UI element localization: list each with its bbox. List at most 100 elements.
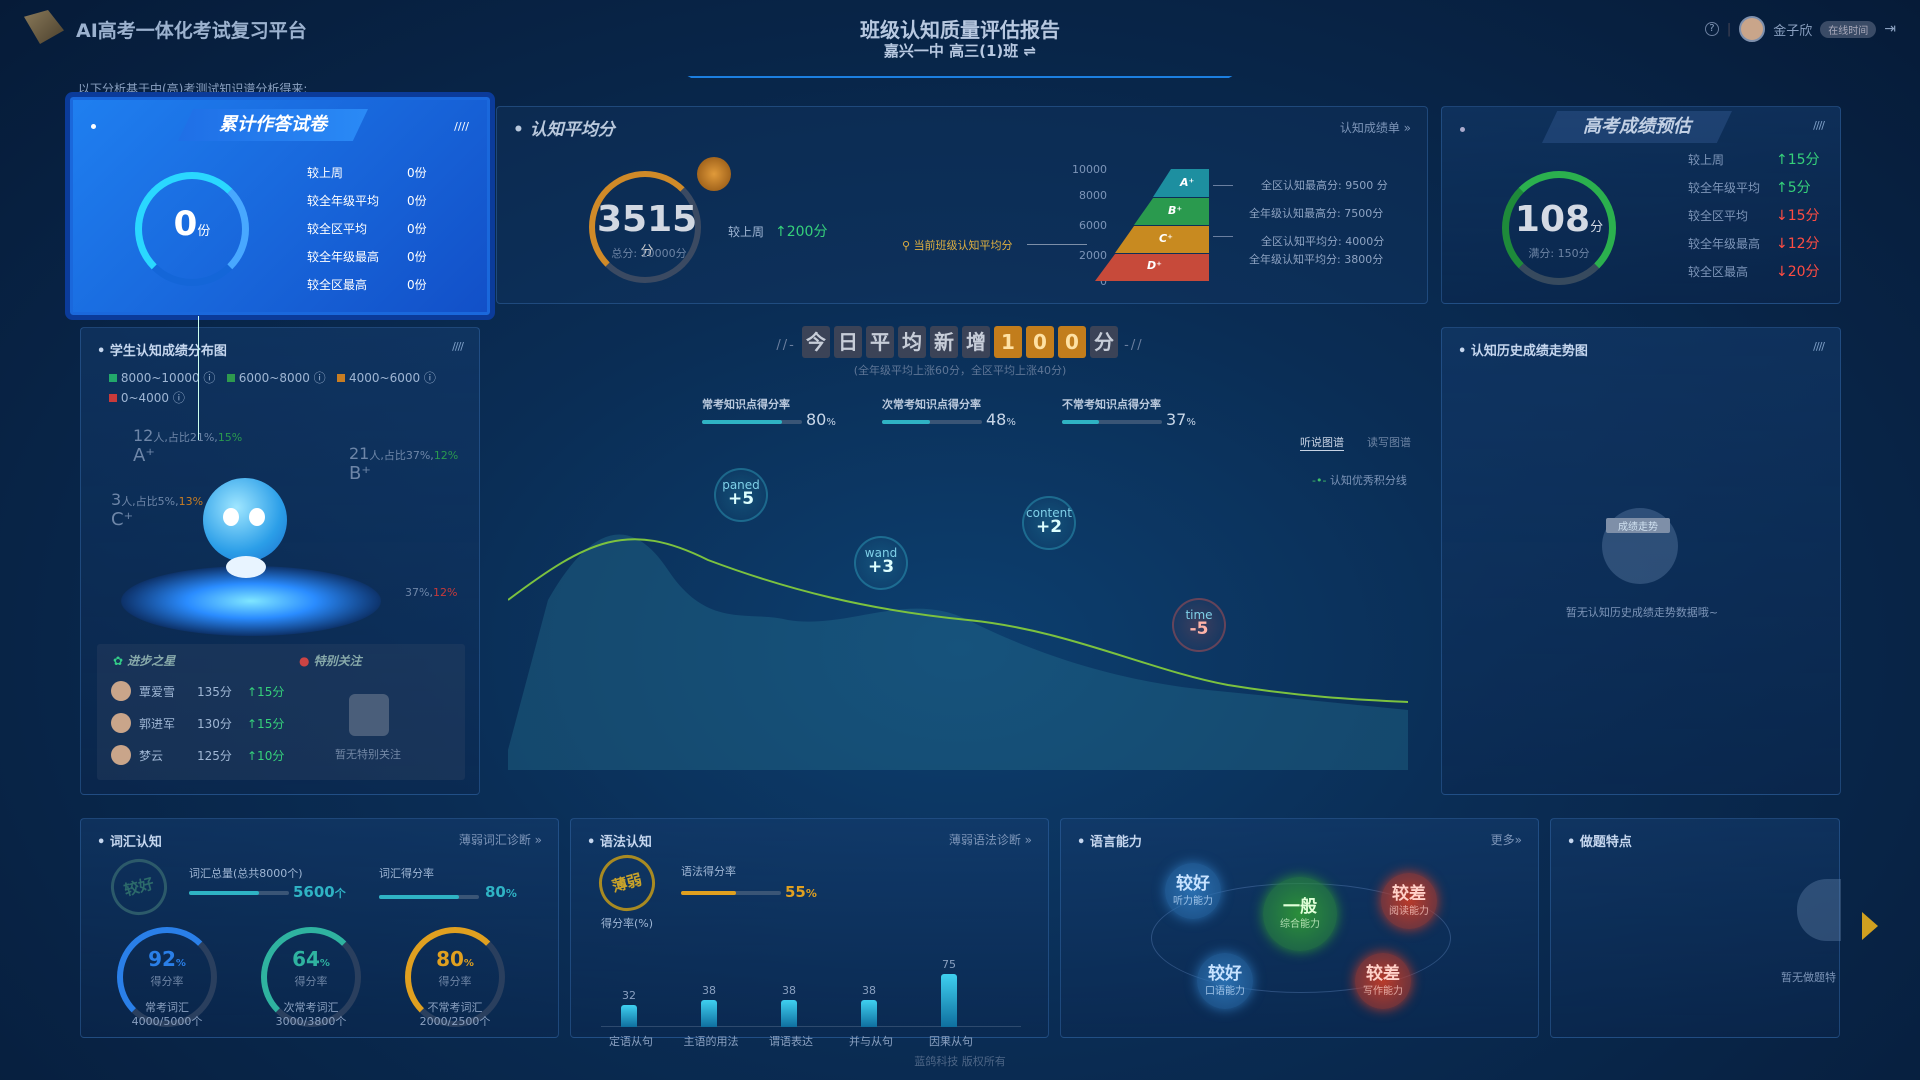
ability-panel: 语言能力 更多» 较好听力能力一般综合能力较差阅读能力较好口语能力较差写作能力 (1060, 818, 1539, 1038)
grade: C⁺ (111, 509, 134, 530)
word-tag[interactable]: content +2 (1022, 496, 1076, 550)
progress-row: 梦云 125分 ↑10分 (111, 745, 284, 765)
vocab-gauge-value: 64% (292, 947, 330, 971)
transcript-link[interactable]: 认知成绩单 » (1340, 119, 1411, 136)
tab-listen[interactable]: 听说图谱 (1300, 434, 1344, 451)
forecast-row: 较全区最高 ↓20分 (1688, 261, 1828, 281)
ability-bubble[interactable]: 较差 写作能力 (1355, 953, 1411, 1009)
banner-char: 增 (962, 326, 990, 358)
rate-bar (702, 420, 802, 424)
grammar-grade-label: 得分率(%) (601, 917, 654, 930)
cum-row-label: 较全区最高 (307, 278, 368, 292)
tab-read[interactable]: 读写图谱 (1367, 434, 1411, 450)
progress-title-text: 进步之星 (127, 654, 176, 668)
help-icon[interactable]: ? (1704, 22, 1719, 36)
vocab-total-value: 5600个 (293, 883, 346, 901)
grammar-title: 语法认知 (587, 831, 652, 850)
banner-suffix: 分 (1090, 326, 1118, 358)
cumulative-number: 0 (173, 204, 198, 244)
avatar[interactable] (1739, 16, 1766, 42)
status-badge: 在线时间 (1820, 20, 1877, 38)
cum-row-label: 较上周 (307, 166, 344, 180)
user-name[interactable]: 金子欣 (1773, 20, 1812, 39)
student-name: 郭进军 (139, 716, 176, 731)
rate-number: 37 (1166, 410, 1187, 429)
rate-label: 次常考知识点得分率 (882, 398, 981, 411)
legend-label: 6000~8000 (238, 371, 310, 385)
legend-label: 4000~6000 (348, 371, 421, 385)
ability-grade: 较好 (1176, 874, 1210, 894)
banner-char: 平 (866, 326, 894, 358)
word-tag[interactable]: time -5 (1172, 598, 1226, 652)
grammar-rate-label: 语法得分率 (681, 865, 736, 878)
legend-label: 0~4000 (120, 391, 170, 405)
header: AI高考一体化考试复习平台 班级认知质量评估报告 嘉兴一中 高三(1)班 ⇌ ?… (0, 0, 1920, 78)
gauge-count: 3000/3800个 (275, 1015, 347, 1028)
grade-c: C⁺ (1159, 232, 1173, 245)
ability-name: 综合能力 (1280, 919, 1320, 930)
forecast-row-label: 较全区最高 (1688, 265, 1749, 279)
forecast-row-value: ↑15分 (1776, 152, 1820, 168)
vocab-gauge-value: 80% (436, 947, 474, 971)
current-avg-label: ⚲ 当前班级认知平均分 (902, 237, 1013, 253)
word-tag[interactable]: wand +3 (854, 536, 908, 590)
ability-bubble[interactable]: 较差 阅读能力 (1381, 873, 1437, 929)
progress-title: ✿ 进步之星 (113, 652, 175, 669)
value: 80 (485, 883, 506, 901)
cum-row-label: 较全年级平均 (307, 194, 380, 208)
ability-grade: 一般 (1283, 897, 1317, 917)
vocab-panel: 词汇认知 薄弱词汇诊断 » 较好 词汇总量(总共8000个) 5600个 词汇得… (80, 818, 559, 1038)
count: 21 (349, 444, 370, 463)
grade: B⁺ (349, 463, 371, 484)
ability-bubble[interactable]: 较好 口语能力 (1197, 953, 1253, 1009)
label-pct: 12% (432, 586, 458, 599)
ability-bubble[interactable]: 一般 综合能力 (1263, 877, 1337, 951)
hash-icon: //// (1813, 119, 1825, 132)
cum-row-value: 0份 (407, 278, 427, 292)
label-pct: 13% (178, 495, 204, 508)
vocab-link[interactable]: 薄弱词汇诊断 » (459, 831, 542, 848)
today-banner: //- 今日平均新增100分 -// (760, 326, 1160, 358)
avatar (111, 745, 131, 765)
grammar-link[interactable]: 薄弱语法诊断 » (949, 831, 1032, 848)
banner-digit: 0 (1026, 326, 1054, 358)
ability-name: 口语能力 (1205, 986, 1245, 997)
mascot-body (226, 556, 266, 578)
gauge-number: 64 (292, 947, 320, 971)
hash-icon: //// (1813, 340, 1825, 353)
grammar-rate-value: 55% (785, 883, 817, 901)
forecast-row-label: 较全年级平均 (1688, 181, 1761, 195)
next-arrow-icon[interactable] (1862, 912, 1878, 940)
forecast-row: 较上周 ↑15分 (1688, 149, 1828, 169)
cum-row-label: 较全年级最高 (307, 250, 380, 264)
count: 12 (133, 426, 154, 445)
vocab-rate-bar (379, 895, 479, 899)
label-c: 3人,占比5%,13% C⁺ (111, 490, 203, 530)
grammar-bar-value: 38 (782, 984, 796, 997)
class-switch[interactable]: 嘉兴一中 高三(1)班 ⇌ (0, 40, 1920, 61)
history-panel: 认知历史成绩走势图 //// 成绩走势 暂无认知历史成绩走势数据哦~ (1441, 327, 1841, 795)
word-tag-value: +5 (727, 489, 755, 509)
card-hash-icon: //// (454, 120, 469, 133)
grammar-bar-chart: 32 38 38 38 75 (601, 947, 1021, 1027)
mascot-eye (223, 508, 239, 526)
cumulative-card: 累计作答试卷 //// 0份 较上周 0份 较全年级平均 0份 较全区平均 0份 较全… (70, 97, 490, 315)
grade-b: B⁺ (1168, 204, 1183, 217)
cum-row: 较上周 0份 (307, 164, 427, 181)
word-tag[interactable]: paned +5 (714, 468, 768, 522)
card-dot (1460, 127, 1465, 132)
forecast-total: 满分: 150分 (1528, 247, 1590, 260)
vocab-title: 词汇认知 (97, 831, 162, 850)
forecast-row-value: ↓20分 (1776, 264, 1820, 280)
cum-row-value: 0份 (407, 250, 427, 264)
logout-icon[interactable]: ⇥ (1884, 21, 1896, 37)
ability-bubble[interactable]: 较好 听力能力 (1165, 863, 1221, 919)
rate-bar (882, 420, 982, 424)
legend-item: 4000~6000 ⓘ (337, 371, 436, 385)
cumulative-title: 累计作答试卷 (178, 109, 368, 141)
star-icon: ✿ (113, 654, 124, 668)
footer: 蓝鸽科技 版权所有 (914, 1055, 1006, 1068)
ability-more-link[interactable]: 更多» (1491, 831, 1522, 848)
legend-item: 0~4000 ⓘ (109, 391, 185, 405)
grammar-bar-label: 谓语表达 (769, 1035, 813, 1048)
